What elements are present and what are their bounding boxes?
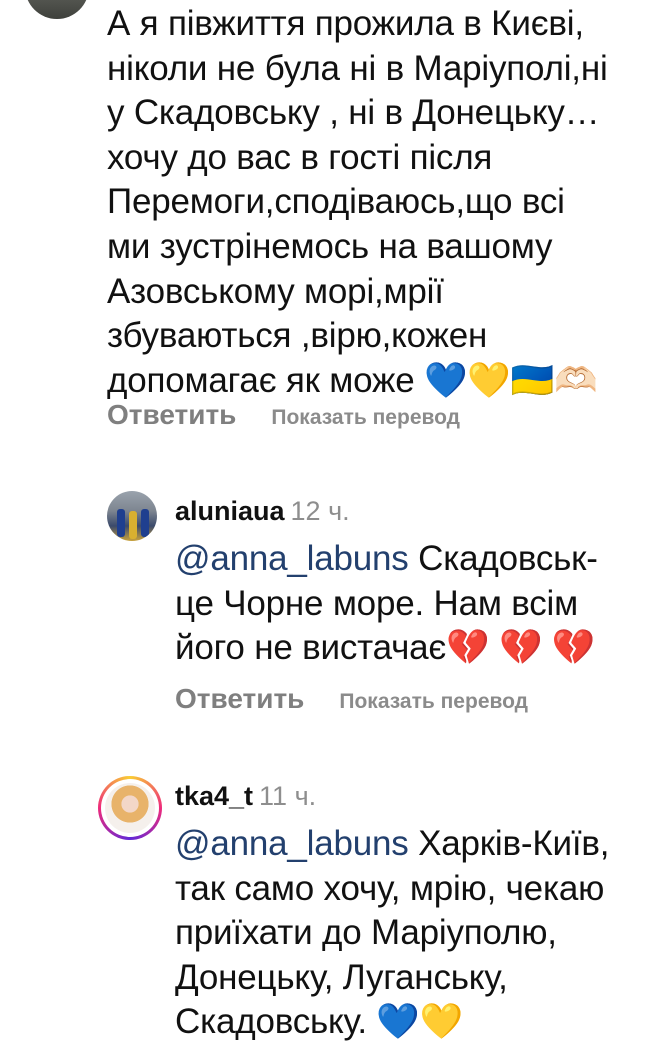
story-ring[interactable] bbox=[98, 776, 162, 840]
reply-header: aluniaua 12 ч. bbox=[175, 496, 350, 527]
reply-timestamp: 11 ч. bbox=[259, 781, 317, 811]
show-translation-button[interactable]: Показать перевод bbox=[339, 690, 528, 714]
reply-actions: Ответить Показать перевод bbox=[175, 683, 528, 715]
commenter-avatar[interactable] bbox=[25, 0, 89, 19]
avatar-aluniaua[interactable] bbox=[107, 491, 157, 541]
reply-header: tka4_t 11 ч. bbox=[175, 781, 316, 812]
reply-text: @anna_labuns Харків-Київ, так само хочу,… bbox=[175, 822, 645, 1045]
reply-button[interactable]: Ответить bbox=[175, 683, 304, 715]
username-tka4_t[interactable]: tka4_t bbox=[175, 781, 253, 811]
mention-link[interactable]: @anna_labuns bbox=[175, 539, 409, 578]
reply-timestamp: 12 ч. bbox=[290, 496, 350, 526]
show-translation-button[interactable]: Показать перевод bbox=[271, 406, 460, 430]
reply-button[interactable]: Ответить bbox=[107, 399, 236, 431]
username-aluniaua[interactable]: aluniaua bbox=[175, 496, 285, 526]
mention-link[interactable]: @anna_labuns bbox=[175, 824, 409, 863]
comment-actions: Ответить Показать перевод bbox=[107, 399, 460, 431]
avatar-tka4_t[interactable] bbox=[105, 783, 155, 833]
comment-text: А я півжиття прожила в Києві, ніколи не … bbox=[107, 4, 608, 400]
reply-text: @anna_labuns Скадовськ- це Чорне море. Н… bbox=[175, 537, 645, 671]
